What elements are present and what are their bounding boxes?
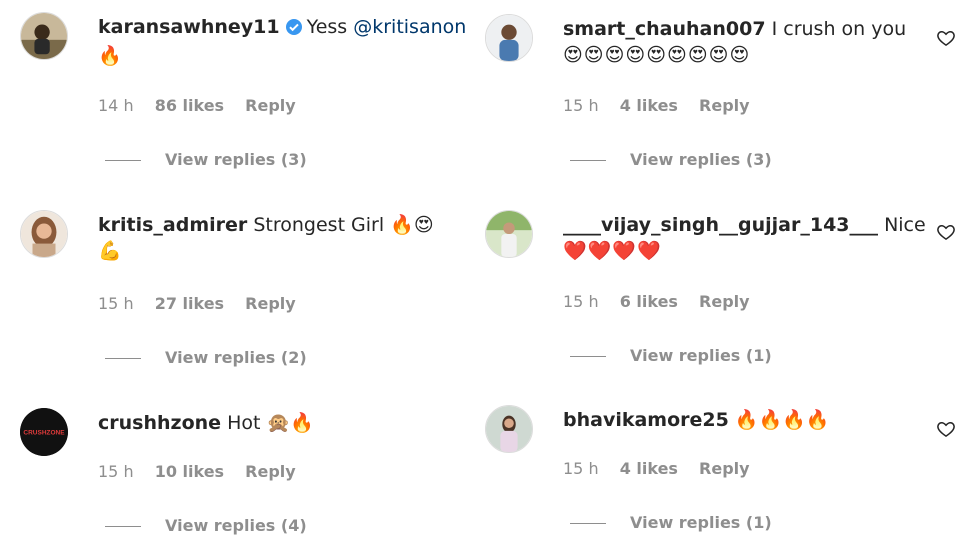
view-replies-label: View replies (2) <box>165 348 307 367</box>
reply-button[interactable]: Reply <box>245 462 296 481</box>
comment-meta: 15 h 10 likes Reply <box>98 462 312 481</box>
comment-emojis: 😍😍😍😍😍😍😍😍😍 <box>563 44 751 66</box>
comment-body: kritis_admirer Strongest Girl 🔥😍 💪 <box>98 212 458 264</box>
comment-body: karansawhney11 Yess @kritisanon 🔥 <box>98 14 466 69</box>
likes-count[interactable]: 4 likes <box>620 459 678 478</box>
comment-text: 🔥🔥🔥🔥 <box>734 409 830 431</box>
comment-username[interactable]: smart_chauhan007 <box>563 18 766 40</box>
comment-text: I crush on you <box>771 18 907 40</box>
comment-meta: 15 h 6 likes Reply <box>563 292 766 311</box>
comment-time: 15 h <box>563 459 599 478</box>
comment-meta: 15 h 27 likes Reply <box>98 294 312 313</box>
comment-body: crushhzone Hot 🙊🔥 <box>98 410 458 436</box>
replies-divider <box>105 160 141 161</box>
comment-emojis: 🔥 <box>98 45 123 67</box>
heart-outline-icon[interactable] <box>936 222 956 242</box>
replies-divider <box>105 526 141 527</box>
comment-text: Hot 🙊🔥 <box>227 412 314 434</box>
comment-meta: 15 h 4 likes Reply <box>563 459 766 478</box>
avatar[interactable] <box>20 12 68 60</box>
view-replies-label: View replies (3) <box>165 150 307 169</box>
avatar[interactable] <box>20 210 68 258</box>
reply-button[interactable]: Reply <box>699 292 750 311</box>
comment-time: 15 h <box>563 292 599 311</box>
comment-username[interactable]: bhavikamore25 <box>563 409 729 431</box>
heart-outline-icon[interactable] <box>936 28 956 48</box>
replies-divider <box>570 523 606 524</box>
comment-meta: 14 h 86 likes Reply <box>98 96 312 115</box>
reply-button[interactable]: Reply <box>699 459 750 478</box>
avatar[interactable] <box>485 14 533 62</box>
view-replies-button[interactable]: View replies (1) <box>570 513 772 532</box>
likes-count[interactable]: 27 likes <box>155 294 224 313</box>
avatar[interactable]: CRUSHZONE <box>20 408 68 456</box>
comment-meta: 15 h 4 likes Reply <box>563 96 766 115</box>
comment-emojis: ❤️❤️❤️❤️ <box>563 240 662 262</box>
replies-divider <box>570 160 606 161</box>
replies-divider <box>570 356 606 357</box>
comment-username[interactable]: karansawhney11 <box>98 16 280 38</box>
comment-text: Strongest Girl 🔥😍 <box>253 214 434 236</box>
view-replies-button[interactable]: View replies (3) <box>570 150 772 169</box>
view-replies-label: View replies (1) <box>630 346 772 365</box>
view-replies-label: View replies (1) <box>630 513 772 532</box>
likes-count[interactable]: 10 likes <box>155 462 224 481</box>
view-replies-button[interactable]: View replies (2) <box>105 348 307 367</box>
likes-count[interactable]: 6 likes <box>620 292 678 311</box>
avatar[interactable] <box>485 405 533 453</box>
comment-body: smart_chauhan007 I crush on you 😍😍😍😍😍😍😍😍… <box>563 16 923 68</box>
avatar[interactable] <box>485 210 533 258</box>
view-replies-button[interactable]: View replies (4) <box>105 516 307 535</box>
verified-badge-icon <box>285 17 303 43</box>
view-replies-button[interactable]: View replies (3) <box>105 150 307 169</box>
view-replies-label: View replies (3) <box>630 150 772 169</box>
comment-time: 15 h <box>98 462 134 481</box>
replies-divider <box>105 358 141 359</box>
reply-button[interactable]: Reply <box>699 96 750 115</box>
likes-count[interactable]: 86 likes <box>155 96 224 115</box>
comment-emojis: 💪 <box>98 240 123 262</box>
comment-text: Nice <box>884 214 926 236</box>
reply-button[interactable]: Reply <box>245 96 296 115</box>
avatar-logo-text: CRUSHZONE <box>23 430 65 437</box>
comment-username[interactable]: ____vijay_singh__gujjar_143___ <box>563 214 878 236</box>
comment-text: Yess <box>306 16 354 38</box>
view-replies-button[interactable]: View replies (1) <box>570 346 772 365</box>
mention-link[interactable]: @kritisanon <box>353 16 466 38</box>
reply-button[interactable]: Reply <box>245 294 296 313</box>
comment-username[interactable]: crushhzone <box>98 412 221 434</box>
comment-time: 14 h <box>98 96 134 115</box>
comment-body: bhavikamore25 🔥🔥🔥🔥 <box>563 407 923 433</box>
comment-username[interactable]: kritis_admirer <box>98 214 247 236</box>
comment-body: ____vijay_singh__gujjar_143___ Nice ❤️❤️… <box>563 212 926 264</box>
likes-count[interactable]: 4 likes <box>620 96 678 115</box>
view-replies-label: View replies (4) <box>165 516 307 535</box>
heart-outline-icon[interactable] <box>936 419 956 439</box>
comment-time: 15 h <box>98 294 134 313</box>
comment-time: 15 h <box>563 96 599 115</box>
